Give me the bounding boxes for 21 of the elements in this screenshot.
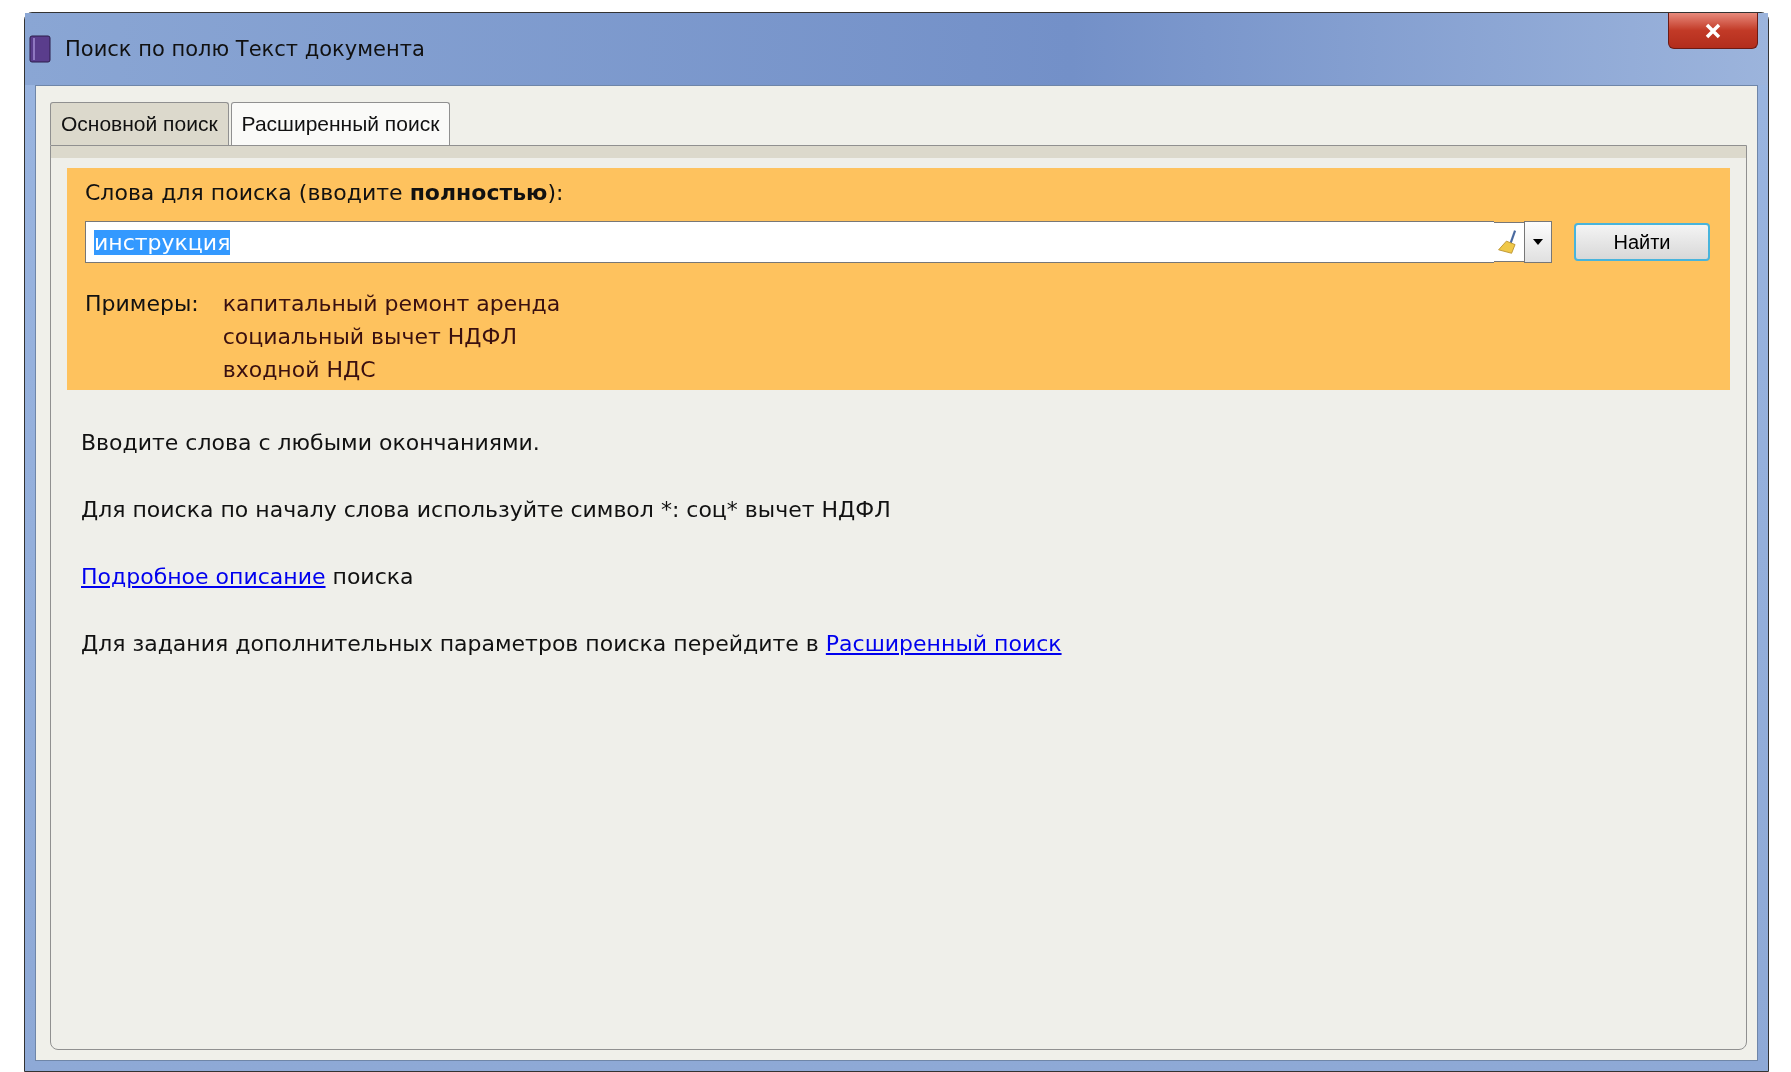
tab[interactable]: Расширенный поиск [230, 102, 451, 145]
dropdown-button[interactable] [1524, 221, 1552, 263]
broom-icon[interactable] [1494, 222, 1524, 262]
help-text: Для задания дополнительных параметров поиска перейдите в Расширенный поиск [81, 631, 1063, 656]
examples-label: Примеры: [85, 291, 199, 318]
example-query: входной НДС [222, 357, 377, 382]
help-text: Для поиска по началу слова используйте символ *: соц* вычет НДФЛ [81, 497, 892, 522]
advanced-search-link[interactable]: Расширенный поиск [825, 631, 1062, 656]
close-button[interactable] [1668, 13, 1758, 49]
find-button[interactable]: Найти [1574, 223, 1710, 261]
help-text: Подробное описание поиска [81, 564, 415, 589]
book-icon [29, 35, 51, 63]
window-title: Поиск по полю Текст документа [65, 37, 426, 61]
close-icon [1704, 22, 1722, 39]
help-text: Вводите слова с любыми окончаниями. [81, 430, 541, 455]
example-query: социальный вычет НДФЛ [222, 324, 518, 349]
search-label: Слова для поиска (вводите полностью): [85, 180, 565, 205]
description-link[interactable]: Подробное описание [81, 564, 326, 589]
caret-icon [1533, 239, 1543, 245]
example-query: капитальный ремонт аренда [222, 291, 561, 316]
tab[interactable]: Основной поиск [50, 102, 229, 145]
